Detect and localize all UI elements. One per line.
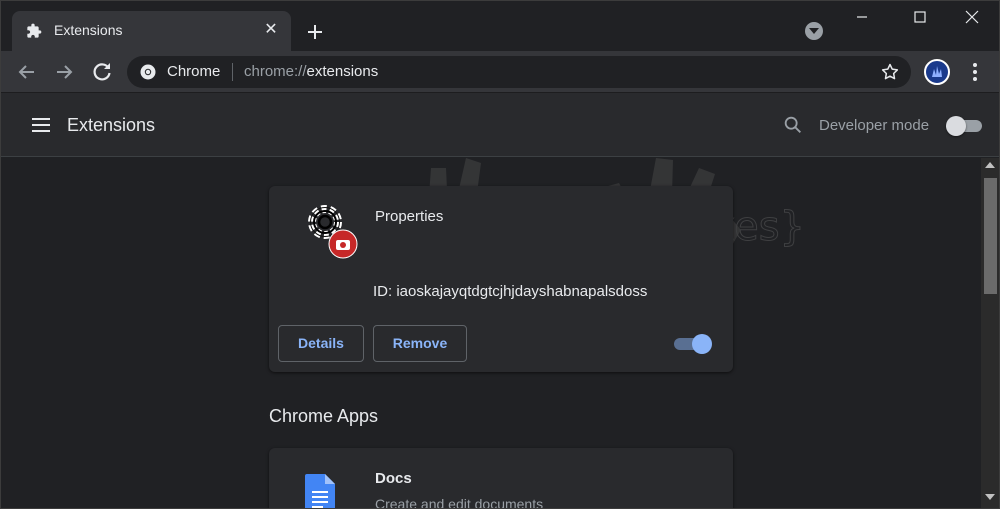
new-tab-icon[interactable] xyxy=(303,20,327,44)
scroll-down-arrow-icon[interactable] xyxy=(985,494,995,500)
tab-close-icon[interactable]: ✕ xyxy=(261,20,281,40)
address-bar[interactable]: Chrome chrome://extensions xyxy=(127,56,911,88)
developer-mode-label: Developer mode xyxy=(819,117,930,134)
url-origin-chip: Chrome xyxy=(167,63,221,80)
page-title: Extensions xyxy=(67,115,156,135)
url-host: extensions xyxy=(306,63,379,80)
chrome-icon xyxy=(140,64,156,80)
chrome-apps-heading: Chrome Apps xyxy=(269,406,379,426)
toolbar: Chrome chrome://extensions xyxy=(1,51,999,93)
close-window-icon[interactable] xyxy=(962,7,982,27)
bookmark-star-icon[interactable] xyxy=(880,62,900,82)
toggle-knob xyxy=(692,334,712,354)
reload-icon[interactable] xyxy=(90,60,114,84)
app-name: Docs xyxy=(375,470,412,487)
profile-avatar[interactable] xyxy=(924,59,950,85)
more-menu-icon[interactable] xyxy=(965,60,985,84)
scrollbar[interactable] xyxy=(981,158,999,508)
minimize-icon[interactable] xyxy=(852,7,872,27)
puzzle-icon xyxy=(27,23,42,38)
tab-strip: Extensions ✕ xyxy=(1,1,999,51)
app-description: Create and edit documents xyxy=(375,496,544,509)
extension-enable-toggle[interactable] xyxy=(674,334,712,354)
maximize-icon[interactable] xyxy=(910,7,930,27)
browser-window: Extensions ✕ Chrome chrome://extensions … xyxy=(0,0,1000,509)
tab-extensions[interactable]: Extensions ✕ xyxy=(12,11,291,51)
remove-button[interactable]: Remove xyxy=(373,325,467,362)
tab-search-icon[interactable] xyxy=(805,22,823,40)
url-separator xyxy=(232,63,233,81)
extension-name: Properties xyxy=(375,208,444,225)
details-button[interactable]: Details xyxy=(278,325,364,362)
hamburger-menu-icon[interactable] xyxy=(30,115,52,135)
extensions-header: Extensions Developer mode xyxy=(1,93,999,157)
toggle-knob xyxy=(946,116,966,136)
developer-mode-toggle[interactable] xyxy=(946,116,982,136)
main-content: {malwarefixes} Properties ID: iaoskajayq… xyxy=(1,158,981,509)
forward-icon[interactable] xyxy=(52,60,76,84)
url-scheme: chrome:// xyxy=(244,63,307,80)
extension-id: ID: iaoskajayqtdgtcjhjdayshabnapalsdoss xyxy=(373,283,648,300)
extension-card: Properties ID: iaoskajayqtdgtcjhjdayshab… xyxy=(269,186,733,372)
scroll-up-arrow-icon[interactable] xyxy=(985,162,995,168)
tab-title: Extensions xyxy=(54,22,123,38)
url-text: chrome://extensions xyxy=(244,63,378,80)
search-icon[interactable] xyxy=(782,114,804,136)
scroll-thumb[interactable] xyxy=(984,178,997,294)
extension-gear-icon xyxy=(308,205,358,259)
app-card-docs: Docs Create and edit documents xyxy=(269,448,733,509)
docs-icon xyxy=(305,474,335,508)
back-icon[interactable] xyxy=(15,60,39,84)
